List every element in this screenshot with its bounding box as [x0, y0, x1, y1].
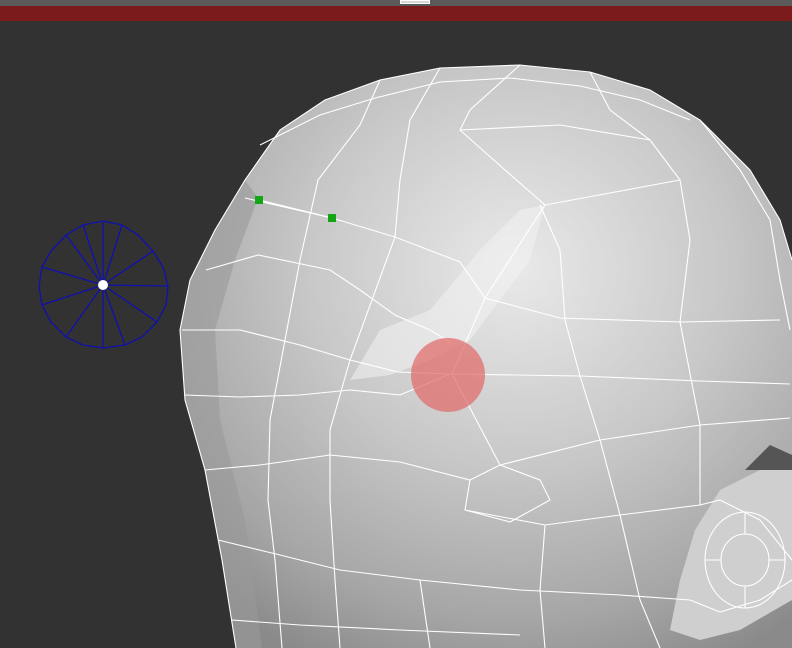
vertex-handle-icon[interactable] [328, 214, 336, 222]
gizmo-center-dot[interactable] [98, 280, 108, 290]
viewport-scene[interactable] [0, 0, 792, 648]
vertex-handle-icon[interactable] [255, 196, 263, 204]
brush-cursor-icon [411, 338, 485, 412]
